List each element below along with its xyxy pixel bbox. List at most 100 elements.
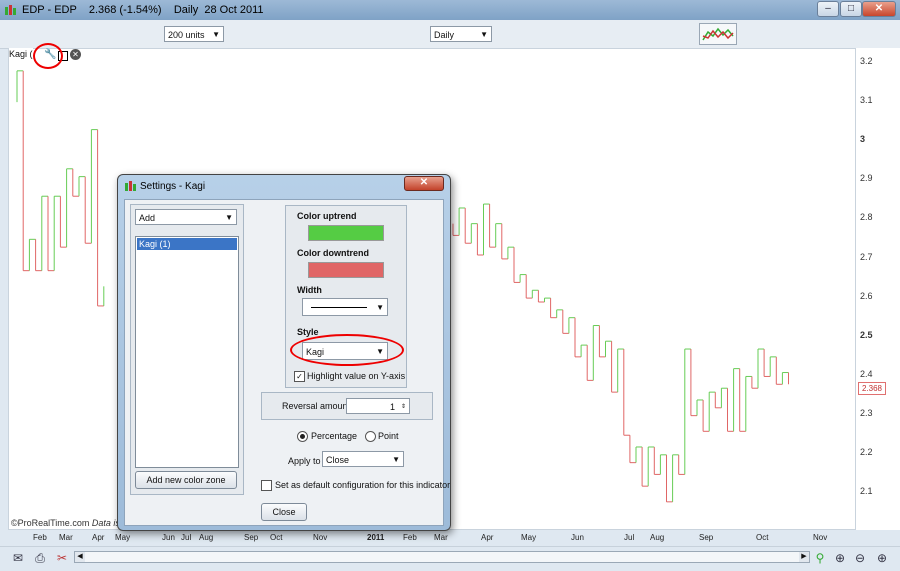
zoom-fit-icon[interactable]: ⊕ xyxy=(832,551,848,565)
mail-icon[interactable]: ✉ xyxy=(10,551,26,565)
percentage-label: Percentage xyxy=(311,431,358,441)
last-price-tag: 2.368 xyxy=(858,382,886,395)
scroll-left-icon[interactable]: ◀ xyxy=(75,552,85,562)
status-bar: ✉ ⎙ ✂ ◀ ▶ ⚲ ⊕ ⊖ ⊕ xyxy=(0,546,900,571)
x-tick-label: Nov xyxy=(813,533,828,542)
scissors-icon[interactable]: ✂ xyxy=(54,551,70,565)
chevron-down-icon: ▼ xyxy=(480,30,488,39)
period-dropdown[interactable]: Daily ▼ xyxy=(430,26,492,42)
reversal-label: Reversal amount xyxy=(282,401,351,411)
style-label: Style xyxy=(297,327,319,337)
x-tick-label: Sep xyxy=(244,533,259,542)
close-button[interactable]: Close xyxy=(261,503,307,521)
units-dropdown[interactable]: 200 units ▼ xyxy=(164,26,224,42)
y-axis: 3.2 3.1 3 2.9 2.8 2.7 2.6 2.5 2.4 2.3 2.2 2.1 xyxy=(856,48,900,530)
y-tick-label: 2.6 xyxy=(860,290,873,301)
point-label: Point xyxy=(378,431,399,441)
close-window-button[interactable]: ✕ xyxy=(862,1,896,17)
chevron-down-icon: ▼ xyxy=(376,303,384,312)
x-tick-label: Apr xyxy=(481,533,494,542)
y-tick-label: 2.7 xyxy=(860,251,873,262)
add-dropdown[interactable]: Add ▼ xyxy=(135,209,237,225)
x-tick-label: Nov xyxy=(313,533,328,542)
highlight-checkbox[interactable]: ✓ xyxy=(294,371,305,382)
dialog-title: Settings - Kagi xyxy=(140,181,206,192)
units-value: 200 units xyxy=(168,30,205,40)
x-tick-label: Jun xyxy=(571,533,584,542)
uptrend-color-swatch[interactable] xyxy=(308,225,384,241)
zone-list[interactable]: Kagi (1) xyxy=(135,236,239,468)
dialog-close-icon[interactable]: ✕ xyxy=(404,176,444,191)
x-tick-label: Oct xyxy=(756,533,769,542)
x-tick-label: Feb xyxy=(403,533,417,542)
watermark-brand: ©ProRealTime.com xyxy=(11,518,90,528)
apply-to-label: Apply to xyxy=(288,456,321,466)
app-icon xyxy=(5,5,16,15)
y-tick-label: 3 xyxy=(860,134,866,145)
x-tick-label: Feb xyxy=(33,533,47,542)
indicator-header: Kagi ( xyxy=(9,48,33,61)
x-tick-label: Sep xyxy=(699,533,714,542)
remove-indicator-icon[interactable]: ✕ xyxy=(70,49,81,60)
x-tick-label: Mar xyxy=(434,533,448,542)
width-label: Width xyxy=(297,285,322,295)
scroll-right-icon[interactable]: ▶ xyxy=(799,552,809,562)
chart-toolbar: 200 units ▼ Daily ▼ xyxy=(0,20,900,49)
apply-to-value: Close xyxy=(326,455,350,465)
y-tick-label: 3.1 xyxy=(860,95,873,106)
spinner-icon[interactable]: ⇕ xyxy=(401,399,406,415)
y-tick-label: 2.8 xyxy=(860,212,873,223)
zone-panel: Add ▼ Kagi (1) Add new color zone xyxy=(130,204,244,495)
zoom-range-icon[interactable]: ⚲ xyxy=(812,551,828,565)
x-tick-label: Jul xyxy=(181,533,192,542)
minimize-button[interactable]: – xyxy=(817,1,839,17)
x-tick-label: Jul xyxy=(624,533,635,542)
reversal-amount-input[interactable]: 1 ⇕ xyxy=(346,398,410,414)
list-item[interactable]: Kagi (1) xyxy=(137,238,237,250)
percentage-radio[interactable] xyxy=(297,431,308,442)
chevron-down-icon: ▼ xyxy=(392,455,400,464)
x-tick-label: May xyxy=(521,533,537,542)
maximize-button[interactable]: □ xyxy=(840,1,862,17)
width-dropdown[interactable]: ▼ xyxy=(302,298,388,316)
app-icon xyxy=(125,181,136,191)
x-tick-label: Apr xyxy=(92,533,105,542)
y-tick-label: 3.2 xyxy=(860,56,873,66)
chevron-down-icon: ▼ xyxy=(225,213,233,222)
chevron-down-icon: ▼ xyxy=(212,30,220,39)
point-radio[interactable] xyxy=(365,431,376,442)
x-tick-label: Oct xyxy=(270,533,283,542)
zoom-out-icon[interactable]: ⊖ xyxy=(852,551,868,565)
default-config-checkbox[interactable] xyxy=(261,480,272,491)
zoom-in-icon[interactable]: ⊕ xyxy=(874,551,890,565)
chart-scrollbar[interactable]: ◀ ▶ xyxy=(74,551,810,563)
x-tick-label: Aug xyxy=(650,533,665,542)
apply-to-dropdown[interactable]: Close ▼ xyxy=(322,451,404,467)
y-tick-label: 2.5 xyxy=(860,329,873,340)
reversal-value: 1 xyxy=(389,402,395,412)
y-tick-label: 2.1 xyxy=(860,486,873,497)
dialog-body: Add ▼ Kagi (1) Add new color zone Color … xyxy=(124,199,450,526)
x-tick-label: Jun xyxy=(162,533,175,542)
y-tick-label: 2.3 xyxy=(860,407,873,418)
x-axis: Feb Mar Apr May Jun Jul Aug Sep Oct Nov 2011 Feb Mar… xyxy=(8,530,856,546)
highlight-label: Highlight value on Y-axis xyxy=(307,371,406,381)
window-title: EDP - EDP 2.368 (-1.54%) Daily 28 Oct 20… xyxy=(22,4,264,16)
reversal-group: Reversal amount 1 ⇕ xyxy=(261,392,433,420)
chart-type-icon[interactable] xyxy=(699,23,737,45)
y-tick-label: 2.9 xyxy=(860,173,873,184)
window-titlebar: EDP - EDP 2.368 (-1.54%) Daily 28 Oct 20… xyxy=(0,0,900,20)
print-icon[interactable]: ⎙ xyxy=(32,551,48,565)
x-tick-label: May xyxy=(115,533,131,542)
downtrend-color-swatch[interactable] xyxy=(308,262,384,278)
default-config-label: Set as default configuration for this in… xyxy=(275,480,451,490)
add-value: Add xyxy=(139,213,156,223)
color-downtrend-label: Color downtrend xyxy=(297,248,369,258)
x-tick-label: 2011 xyxy=(367,533,385,542)
period-value: Daily xyxy=(434,30,455,40)
add-color-zone-button[interactable]: Add new color zone xyxy=(135,471,237,489)
x-tick-label: Aug xyxy=(199,533,214,542)
highlight-oval xyxy=(33,43,63,69)
line-width-preview xyxy=(311,307,367,308)
highlight-oval xyxy=(290,334,404,366)
